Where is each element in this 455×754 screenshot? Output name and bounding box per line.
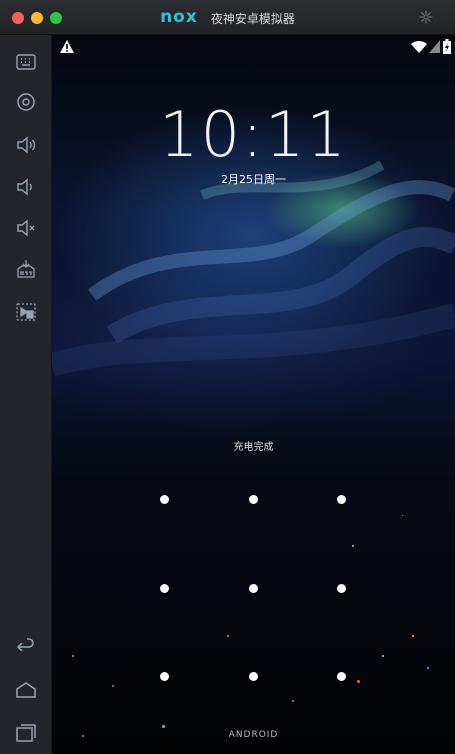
keyboard-button[interactable] (14, 50, 38, 74)
mute-button[interactable] (14, 216, 38, 240)
screen-record-icon (16, 303, 36, 321)
star (402, 515, 403, 516)
volume-up-icon (17, 136, 36, 154)
pattern-dot[interactable] (160, 584, 169, 593)
keyboard-icon (16, 54, 36, 70)
star (352, 545, 354, 547)
gear-icon[interactable] (419, 10, 433, 24)
apk-install-button[interactable] (14, 257, 38, 281)
star (382, 655, 384, 657)
home-button[interactable] (14, 678, 38, 702)
lockscreen-clock: 10:11 (159, 98, 348, 171)
apk-install-icon (17, 260, 35, 278)
sidebar-toolbar (0, 35, 52, 754)
charging-status: 充电完成 (233, 442, 274, 453)
window-title: 夜神安卓模拟器 (210, 12, 295, 26)
star (112, 685, 114, 687)
recent-apps-button[interactable] (14, 720, 38, 744)
back-button[interactable] (14, 635, 38, 659)
wifi-icon (411, 40, 427, 53)
star (162, 725, 165, 728)
android-lockscreen[interactable]: 10:11 2月25日周一 充电完成 ANDROID (52, 35, 455, 754)
signal-icon (429, 40, 440, 53)
pattern-dot[interactable] (337, 672, 346, 681)
warning-icon (60, 40, 74, 53)
location-button[interactable] (14, 91, 38, 115)
pattern-dot[interactable] (160, 672, 169, 681)
home-icon (16, 682, 36, 698)
pattern-dot[interactable] (249, 584, 258, 593)
pattern-dot[interactable] (160, 495, 169, 504)
recent-apps-icon (16, 724, 36, 742)
lockscreen-date: 2月25日周一 (221, 173, 286, 186)
pattern-dot[interactable] (337, 495, 346, 504)
location-icon (17, 93, 35, 111)
back-icon (16, 638, 34, 652)
mute-icon (17, 219, 35, 237)
android-footer-label: ANDROID (228, 730, 279, 740)
volume-down-button[interactable] (14, 175, 38, 199)
screen-record-button[interactable] (14, 300, 38, 324)
star (227, 635, 229, 637)
window-titlebar: nox 夜神安卓模拟器 (0, 0, 455, 35)
pattern-dot[interactable] (337, 584, 346, 593)
volume-up-button[interactable] (14, 133, 38, 157)
nox-logo: nox (160, 6, 198, 27)
volume-down-icon (17, 178, 32, 196)
status-bar (52, 35, 455, 59)
star (72, 655, 74, 657)
pattern-dot[interactable] (249, 672, 258, 681)
star (427, 667, 429, 669)
star (357, 680, 360, 683)
pattern-dot[interactable] (249, 495, 258, 504)
battery-charging-icon (443, 39, 451, 54)
star (292, 700, 294, 702)
star (412, 635, 414, 637)
